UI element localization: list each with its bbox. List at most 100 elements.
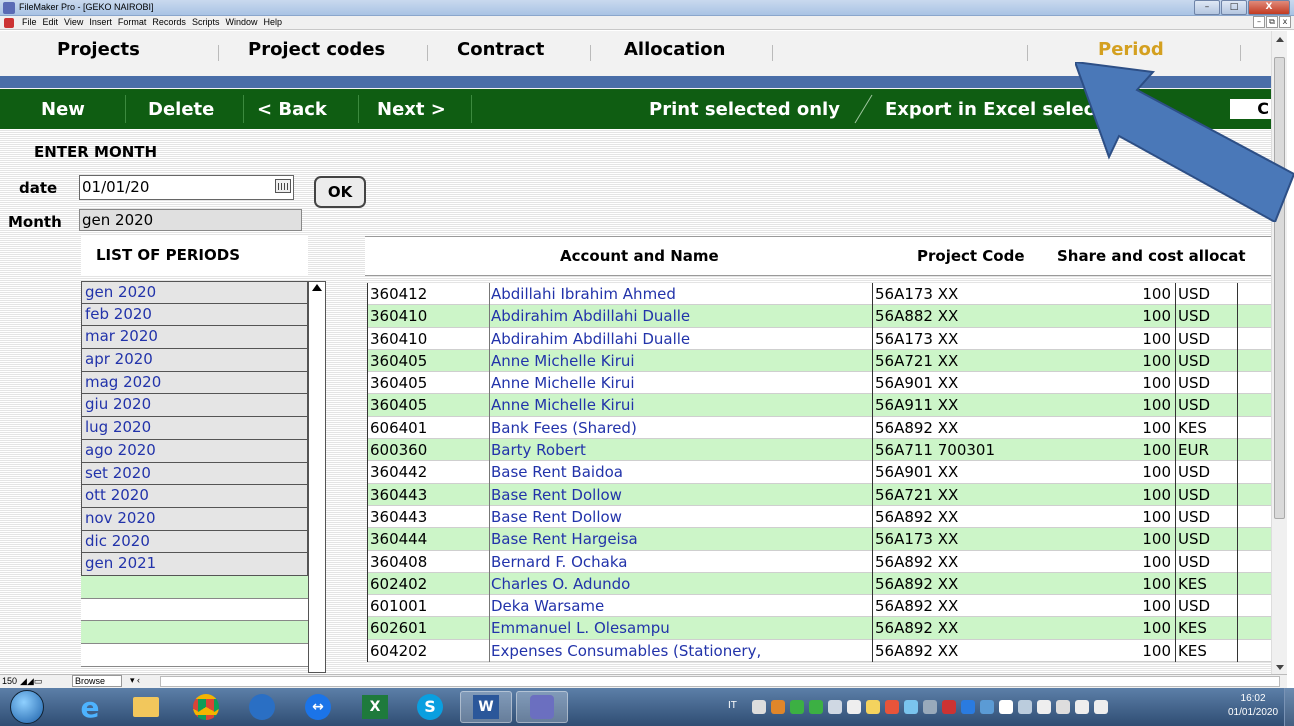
tab-period[interactable]: Period — [1098, 39, 1164, 60]
period-item[interactable]: gen 2021 — [81, 553, 308, 576]
filemaker-icon[interactable] — [516, 691, 568, 723]
period-item[interactable]: dic 2020 — [81, 530, 308, 554]
tray-icon[interactable] — [866, 700, 880, 714]
project-code-cell[interactable]: 56A721 XX — [872, 483, 1113, 506]
currency-cell[interactable]: USD — [1175, 349, 1237, 373]
menu-format[interactable]: Format — [115, 17, 150, 27]
period-item[interactable]: ott 2020 — [81, 485, 308, 508]
currency-cell[interactable]: USD — [1175, 283, 1237, 306]
period-item[interactable]: ago 2020 — [81, 439, 308, 463]
name-cell[interactable]: Expenses Consumables (Stationery, — [489, 639, 872, 663]
mode-dropdown-icon[interactable]: ▾ ‹ — [130, 675, 140, 686]
table-row[interactable]: 360444 Base Rent Hargeisa 56A173 XX 100 USD — [367, 528, 1271, 551]
project-code-cell[interactable]: 56A173 XX — [872, 283, 1113, 306]
chrome-icon[interactable] — [180, 691, 232, 723]
name-cell[interactable]: Base Rent Dollow — [489, 483, 872, 506]
delete-button[interactable]: Delete — [148, 99, 214, 120]
table-row[interactable]: 360408 Bernard F. Ochaka 56A892 XX 100 USD — [367, 550, 1271, 573]
currency-cell[interactable]: EUR — [1175, 439, 1237, 462]
account-cell[interactable]: 360443 — [367, 483, 487, 506]
project-code-cell[interactable]: 56A892 XX — [872, 617, 1113, 640]
tray-icon[interactable] — [809, 700, 823, 714]
tray-icon[interactable] — [752, 700, 766, 714]
extra-cell[interactable] — [1237, 372, 1271, 395]
period-item[interactable]: mag 2020 — [81, 371, 308, 395]
tray-icon[interactable] — [980, 700, 994, 714]
table-row[interactable]: 360405 Anne Michelle Kirui 56A901 XX 100 USD — [367, 372, 1271, 395]
show-desktop-button[interactable] — [1284, 688, 1294, 726]
account-cell[interactable]: 360442 — [367, 461, 487, 484]
project-code-cell[interactable]: 56A721 XX — [872, 349, 1113, 373]
period-empty-row[interactable] — [81, 621, 308, 644]
table-row[interactable]: 360405 Anne Michelle Kirui 56A911 XX 100 USD — [367, 394, 1271, 417]
project-code-cell[interactable]: 56A892 XX — [872, 416, 1113, 440]
project-code-cell[interactable]: 56A882 XX — [872, 305, 1113, 328]
period-item[interactable]: nov 2020 — [81, 507, 308, 531]
table-row[interactable]: 360412 Abdillahi Ibrahim Ahmed 56A173 XX 10… — [367, 283, 1271, 306]
table-row[interactable]: 602402 Charles O. Adundo 56A892 XX 100 KES — [367, 572, 1271, 596]
table-row[interactable]: 360443 Base Rent Dollow 56A721 XX 100 USD — [367, 483, 1271, 506]
period-empty-row[interactable] — [81, 575, 308, 599]
print-selected-button[interactable]: Print selected only — [649, 99, 840, 120]
document-icon[interactable] — [4, 18, 14, 28]
extra-cell[interactable] — [1237, 572, 1271, 596]
extra-cell[interactable] — [1237, 595, 1271, 618]
table-row[interactable]: 600360 Barty Robert 56A711 700301 100 EUR — [367, 439, 1271, 462]
period-item[interactable]: giu 2020 — [81, 394, 308, 418]
tray-icon[interactable] — [923, 700, 937, 714]
period-item[interactable]: set 2020 — [81, 462, 308, 486]
doc-close-button[interactable]: x — [1279, 16, 1291, 28]
doc-minimize-button[interactable]: – — [1253, 16, 1265, 28]
name-cell[interactable]: Bernard F. Ochaka — [489, 550, 872, 573]
mode-select[interactable]: Browse — [72, 675, 122, 687]
share-cell[interactable]: 100 — [1113, 283, 1175, 305]
language-indicator[interactable]: IT — [728, 700, 737, 711]
currency-cell[interactable]: USD — [1175, 305, 1237, 328]
tray-icon[interactable] — [942, 700, 956, 714]
extra-cell[interactable] — [1237, 528, 1271, 551]
period-item[interactable]: apr 2020 — [81, 349, 308, 372]
period-item[interactable]: feb 2020 — [81, 303, 308, 327]
zoom-level[interactable]: 150 — [2, 676, 17, 686]
account-cell[interactable]: 606401 — [367, 416, 487, 440]
name-cell[interactable]: Base Rent Baidoa — [489, 461, 872, 484]
currency-cell[interactable]: KES — [1175, 572, 1237, 596]
project-code-cell[interactable]: 56A901 XX — [872, 372, 1113, 395]
share-cell[interactable]: 100 — [1113, 640, 1175, 662]
share-cell[interactable]: 100 — [1113, 617, 1175, 639]
tab-project-codes[interactable]: Project codes — [248, 39, 385, 60]
name-cell[interactable]: Anne Michelle Kirui — [489, 349, 872, 373]
tab-contract[interactable]: Contract — [457, 39, 544, 60]
extra-cell[interactable] — [1237, 550, 1271, 573]
scroll-up-icon[interactable] — [312, 284, 322, 291]
periods-scrollbar[interactable] — [308, 281, 326, 673]
extra-cell[interactable] — [1237, 327, 1271, 350]
tray-icon[interactable] — [961, 700, 975, 714]
scroll-up-icon[interactable] — [1276, 37, 1284, 42]
tray-icon[interactable] — [771, 700, 785, 714]
table-row[interactable]: 606401 Bank Fees (Shared) 56A892 XX 100 KES — [367, 416, 1271, 440]
account-cell[interactable]: 360405 — [367, 372, 487, 395]
account-cell[interactable]: 602402 — [367, 572, 487, 596]
explorer-icon[interactable] — [120, 691, 172, 723]
tray-icon[interactable] — [790, 700, 804, 714]
name-cell[interactable]: Emmanuel L. Olesampu — [489, 617, 872, 640]
currency-cell[interactable]: USD — [1175, 327, 1237, 350]
project-code-cell[interactable]: 56A892 XX — [872, 550, 1113, 573]
name-cell[interactable]: Charles O. Adundo — [489, 572, 872, 596]
scroll-down-icon[interactable] — [1276, 665, 1284, 670]
currency-cell[interactable]: USD — [1175, 483, 1237, 506]
account-cell[interactable]: 360443 — [367, 505, 487, 529]
clock[interactable]: 16:02 01/01/2020 — [1228, 692, 1278, 720]
share-cell[interactable]: 100 — [1113, 350, 1175, 372]
menu-edit[interactable]: Edit — [40, 17, 62, 27]
account-cell[interactable]: 604202 — [367, 639, 487, 663]
name-cell[interactable]: Abdirahim Abdillahi Dualle — [489, 327, 872, 350]
account-cell[interactable]: 360412 — [367, 283, 487, 306]
name-cell[interactable]: Base Rent Hargeisa — [489, 528, 872, 551]
doc-restore-button[interactable]: ⧉ — [1266, 16, 1278, 28]
share-cell[interactable]: 100 — [1113, 394, 1175, 416]
currency-cell[interactable]: USD — [1175, 528, 1237, 551]
share-cell[interactable]: 100 — [1113, 372, 1175, 394]
date-field[interactable]: 01/01/20 — [79, 175, 294, 200]
